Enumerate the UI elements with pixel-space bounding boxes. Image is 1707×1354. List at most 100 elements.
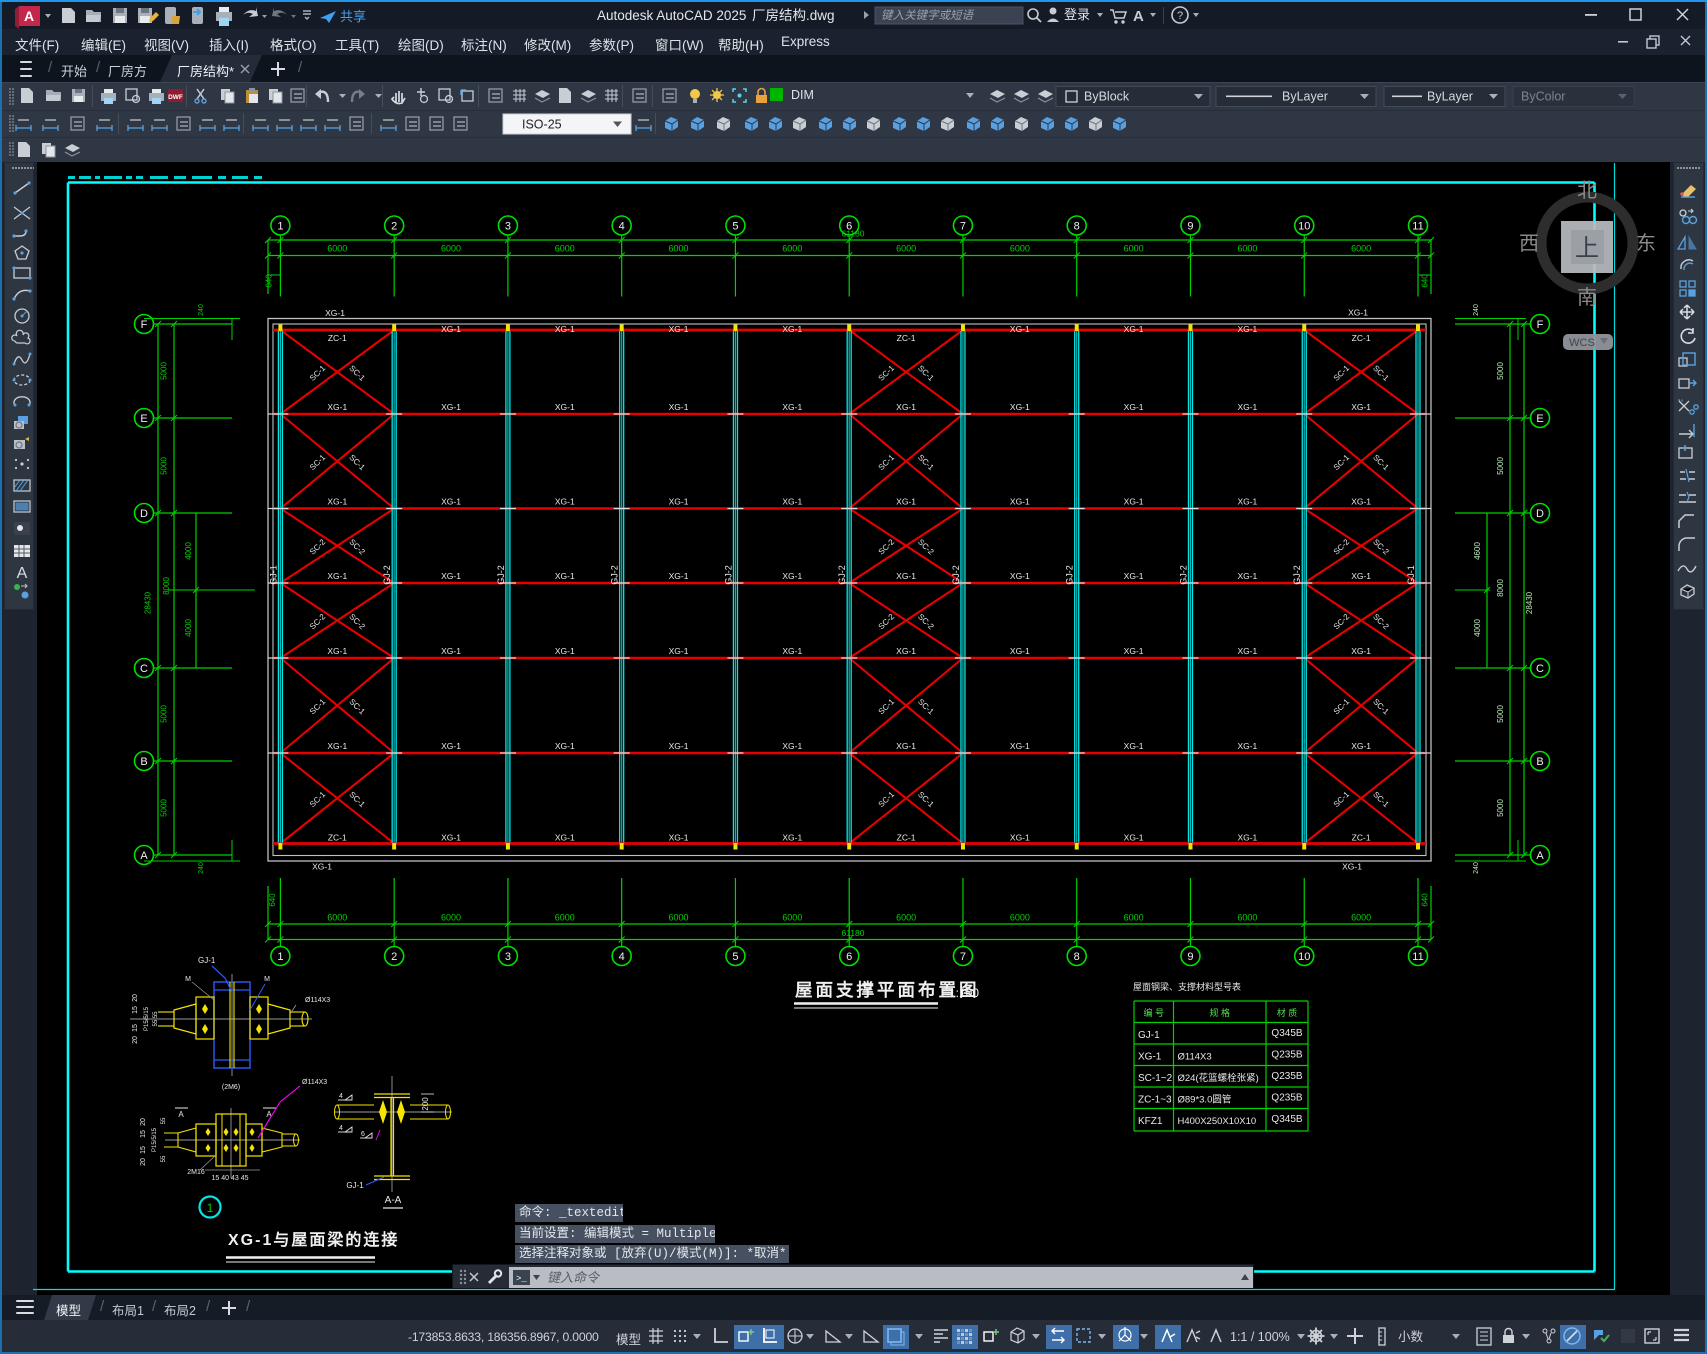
svg-text:6: 6 xyxy=(846,951,852,963)
svg-text:8: 8 xyxy=(1074,221,1080,233)
svg-text:XG-1: XG-1 xyxy=(1342,862,1362,872)
svg-text:ZC-1: ZC-1 xyxy=(328,833,347,843)
svg-text:1: 1 xyxy=(277,221,283,233)
svg-text:6000: 6000 xyxy=(669,913,689,923)
svg-text:XG-1: XG-1 xyxy=(782,497,802,507)
svg-text:6000: 6000 xyxy=(669,244,689,254)
svg-text:D: D xyxy=(1536,508,1544,520)
svg-text:5: 5 xyxy=(732,951,738,963)
svg-text:6000: 6000 xyxy=(1351,913,1371,923)
svg-text:XG-1: XG-1 xyxy=(1010,833,1030,843)
svg-text:ByColor: ByColor xyxy=(1521,90,1565,104)
svg-text:15: 15 xyxy=(140,1146,147,1154)
svg-text:6000: 6000 xyxy=(1237,244,1257,254)
svg-text:6000: 6000 xyxy=(1124,913,1144,923)
svg-text:M: M xyxy=(264,976,270,983)
svg-text:28430: 28430 xyxy=(1525,591,1534,614)
svg-text:2: 2 xyxy=(391,951,397,963)
svg-text:SC-1: SC-1 xyxy=(877,697,897,717)
svg-text:Autodesk AutoCAD 2025: Autodesk AutoCAD 2025 xyxy=(597,8,746,23)
svg-text:键入命令: 键入命令 xyxy=(547,1270,601,1285)
svg-text:XG-1: XG-1 xyxy=(1010,571,1030,581)
svg-text:C: C xyxy=(1536,663,1544,675)
svg-text:SC-1: SC-1 xyxy=(1371,364,1391,384)
svg-text:6000: 6000 xyxy=(1124,244,1144,254)
svg-text:XG-1: XG-1 xyxy=(312,862,332,872)
svg-text:4: 4 xyxy=(339,1093,343,1100)
svg-text:KFZ1: KFZ1 xyxy=(1138,1116,1163,1127)
svg-text:XG-1: XG-1 xyxy=(669,571,689,581)
svg-text:XG-1: XG-1 xyxy=(1010,497,1030,507)
svg-text:SC-1: SC-1 xyxy=(308,697,328,717)
svg-text:6000: 6000 xyxy=(1010,913,1030,923)
svg-text:XG-1: XG-1 xyxy=(1124,571,1144,581)
svg-text:XG-1: XG-1 xyxy=(441,646,461,656)
svg-text:GJ-1: GJ-1 xyxy=(1138,1030,1160,1041)
svg-text:15: 15 xyxy=(132,1006,139,1014)
svg-text:SC-1: SC-1 xyxy=(347,364,367,384)
svg-text:5000: 5000 xyxy=(160,705,169,723)
svg-text:C: C xyxy=(140,663,148,675)
svg-text:6000: 6000 xyxy=(555,244,575,254)
svg-text:ZC-1: ZC-1 xyxy=(1352,333,1371,343)
svg-text:XG-1: XG-1 xyxy=(327,646,347,656)
svg-text:SC-1: SC-1 xyxy=(916,790,936,810)
svg-text:XG-1与屋面梁的连接: XG-1与屋面梁的连接 xyxy=(228,1230,399,1249)
svg-text:SC-1: SC-1 xyxy=(347,453,367,473)
svg-text:GJ-1: GJ-1 xyxy=(1406,565,1416,585)
svg-text:XG-1: XG-1 xyxy=(1010,646,1030,656)
svg-text:XG-1: XG-1 xyxy=(782,324,802,334)
svg-text:XG-1: XG-1 xyxy=(1124,741,1144,751)
svg-text:200: 200 xyxy=(421,1097,430,1111)
svg-text:键入关键字或短语: 键入关键字或短语 xyxy=(881,9,974,22)
svg-text:SC-1: SC-1 xyxy=(1332,363,1352,383)
svg-text:9: 9 xyxy=(1187,221,1193,233)
svg-text:北: 北 xyxy=(1577,179,1597,202)
svg-text:2M16: 2M16 xyxy=(187,1169,205,1176)
svg-text:共享: 共享 xyxy=(340,9,366,24)
svg-text:XG-1: XG-1 xyxy=(1237,741,1257,751)
svg-text:SC-1: SC-1 xyxy=(1371,453,1391,473)
svg-text:6000: 6000 xyxy=(441,913,461,923)
svg-text:4000: 4000 xyxy=(184,619,193,637)
svg-text:640: 640 xyxy=(265,274,274,288)
svg-text:6000: 6000 xyxy=(327,244,347,254)
svg-text:XG-1: XG-1 xyxy=(325,308,345,318)
svg-text:XG-1: XG-1 xyxy=(1237,324,1257,334)
svg-text:6000: 6000 xyxy=(1010,244,1030,254)
svg-text:XG-1: XG-1 xyxy=(669,646,689,656)
svg-text:20: 20 xyxy=(140,1158,147,1166)
svg-text:ByLayer: ByLayer xyxy=(1427,90,1473,104)
svg-text:XG-1: XG-1 xyxy=(1124,324,1144,334)
svg-text:ISO-25: ISO-25 xyxy=(522,118,562,132)
svg-text:Ø24(花篮螺栓张紧): Ø24(花篮螺栓张紧) xyxy=(1178,1072,1259,1084)
svg-text:XG-1: XG-1 xyxy=(896,571,916,581)
svg-text:GJ-2: GJ-2 xyxy=(951,565,961,585)
svg-text:1: 1 xyxy=(207,1201,214,1215)
svg-text:XG-1: XG-1 xyxy=(1351,571,1371,581)
svg-text:XG-1: XG-1 xyxy=(441,571,461,581)
svg-text:4000: 4000 xyxy=(184,542,193,560)
svg-text:8000: 8000 xyxy=(162,577,171,595)
svg-text:B: B xyxy=(1536,756,1543,768)
svg-text:P15/5/15: P15/5/15 xyxy=(152,1127,158,1152)
svg-text:编 号: 编 号 xyxy=(1143,1007,1164,1018)
svg-text:Q345B: Q345B xyxy=(1271,1028,1302,1039)
svg-text:ZC-1: ZC-1 xyxy=(328,333,347,343)
svg-text:XG-1: XG-1 xyxy=(1237,646,1257,656)
svg-text:5: 5 xyxy=(732,221,738,233)
svg-text:GJ-2: GJ-2 xyxy=(496,565,506,585)
svg-text:>_: >_ xyxy=(516,1274,527,1284)
svg-text:ByBlock: ByBlock xyxy=(1084,90,1130,104)
svg-text:XG-1: XG-1 xyxy=(782,571,802,581)
svg-text:登录: 登录 xyxy=(1064,7,1090,22)
svg-text:XG-1: XG-1 xyxy=(327,497,347,507)
svg-text:A: A xyxy=(17,565,28,582)
svg-text:6000: 6000 xyxy=(555,913,575,923)
svg-text:Ø114X3: Ø114X3 xyxy=(305,997,330,1004)
svg-text:XG-1: XG-1 xyxy=(441,402,461,412)
svg-text:4000: 4000 xyxy=(1473,619,1482,637)
svg-text:E: E xyxy=(140,413,147,425)
svg-text:61180: 61180 xyxy=(841,928,864,938)
svg-text:SC-1: SC-1 xyxy=(308,453,328,473)
